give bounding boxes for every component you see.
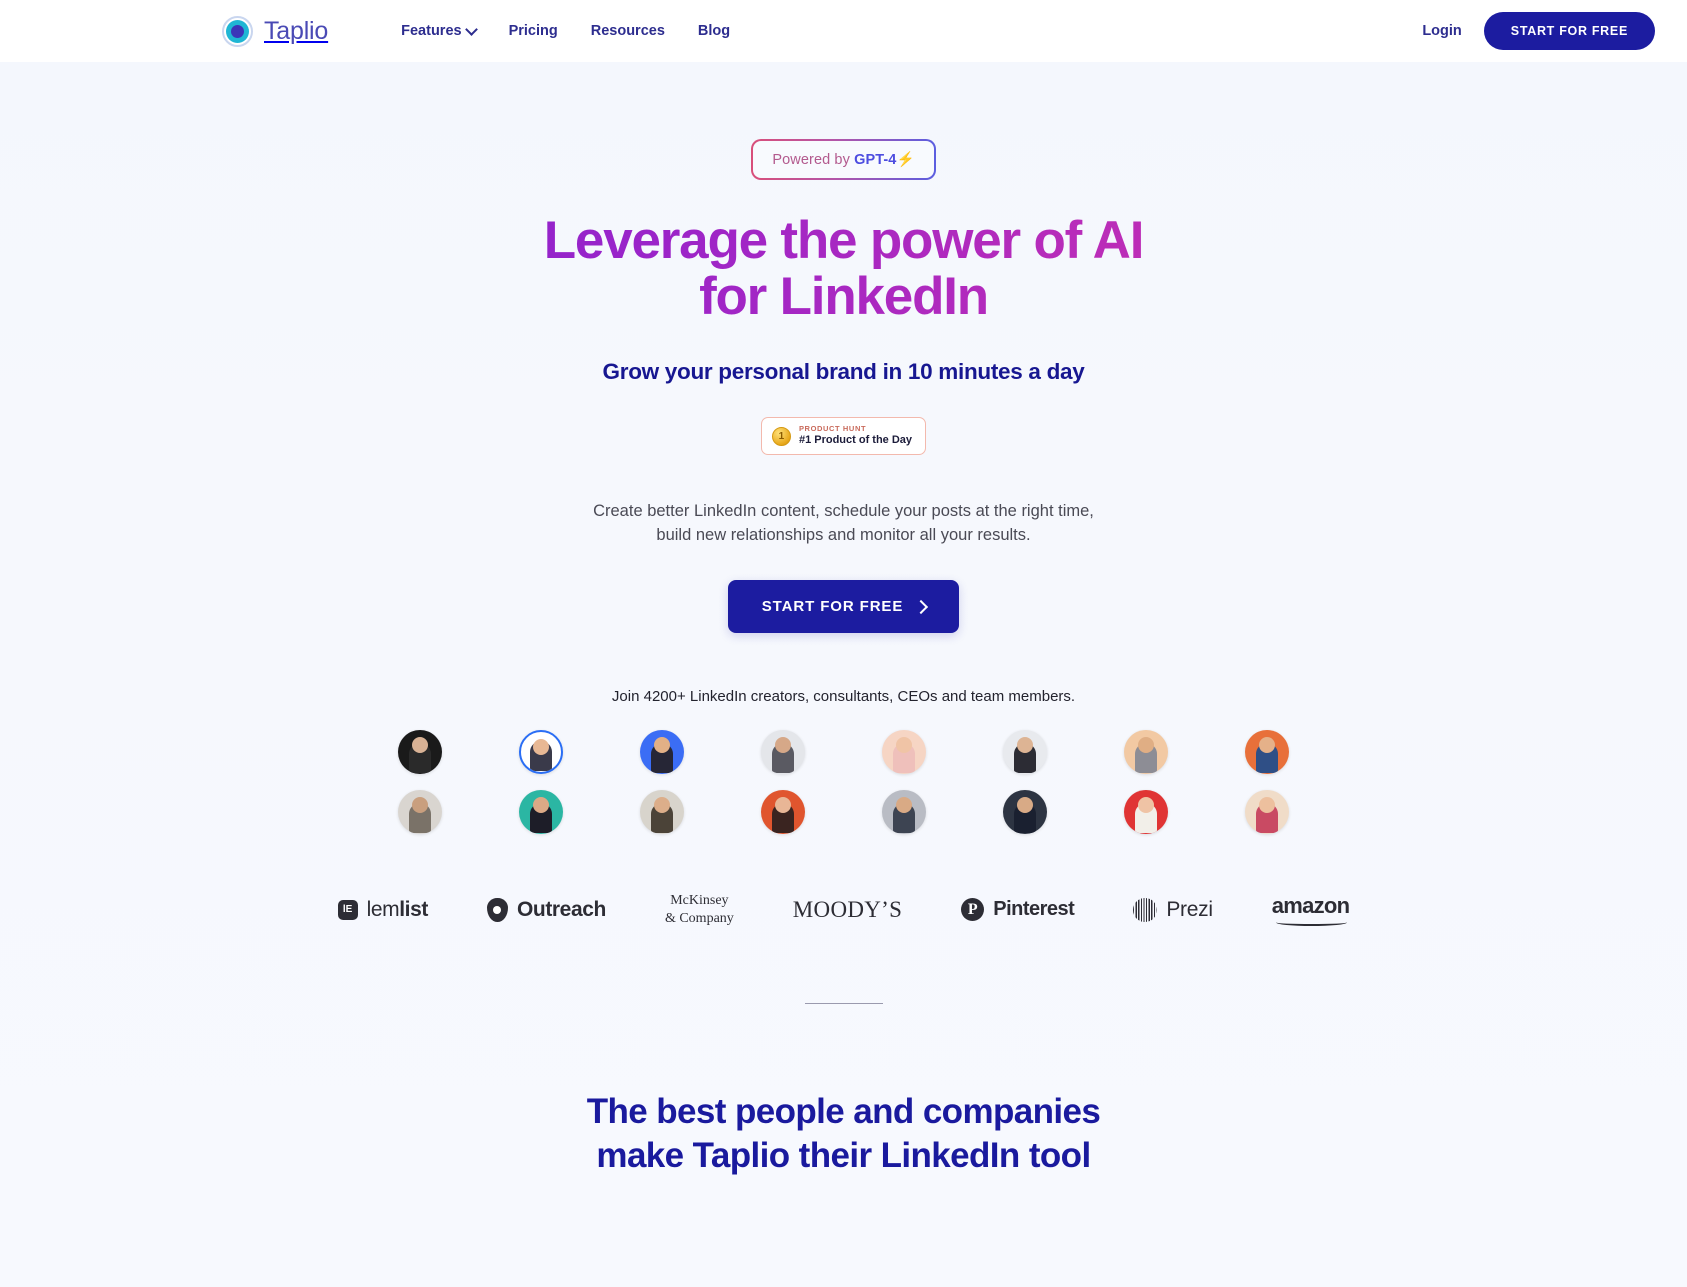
nav-item-features-label: Features: [401, 23, 462, 39]
product-hunt-badge[interactable]: 1 PRODUCT HUNT #1 Product of the Day: [760, 417, 927, 456]
powered-by-gpt4-badge: Powered by GPT-4⚡: [751, 139, 936, 180]
nav-item-blog-label: Blog: [697, 23, 731, 39]
social-proof-text: Join 4200+ LinkedIn creators, consultant…: [611, 688, 1076, 705]
nav-item-blog[interactable]: Blog: [698, 23, 730, 39]
avatar-11: [640, 790, 684, 834]
prezi-text: Prezi: [1166, 897, 1213, 921]
brand-name: Taplio: [264, 16, 329, 45]
lightning-icon: ⚡: [896, 152, 915, 168]
avatar-13: [882, 790, 926, 834]
nav-item-pricing-label: Pricing: [508, 23, 558, 39]
hero-description-line-1: Create better LinkedIn content, schedule…: [593, 502, 1094, 521]
avatar-row-2: [398, 790, 1289, 834]
lemlist-square-icon: lE: [337, 899, 358, 920]
nav-links: Features Pricing Resources Blog: [401, 23, 730, 39]
bottom-section-title: The best people and companies make Tapli…: [0, 1090, 1687, 1178]
avatar-5: [882, 730, 926, 774]
amazon-smile-icon: [1275, 919, 1348, 926]
hero-start-for-free-button[interactable]: START FOR FREE: [727, 580, 960, 633]
amazon-text: amazon: [1271, 893, 1350, 918]
avatar-3: [640, 730, 684, 774]
avatar-head: [654, 737, 670, 753]
logo-lemlist: lE lemlist: [337, 897, 428, 922]
logo-moodys: MOODY’S: [792, 896, 903, 922]
nav-start-for-free-button[interactable]: START FOR FREE: [1483, 12, 1655, 50]
avatar-2: [519, 730, 563, 774]
product-hunt-kicker: PRODUCT HUNT: [798, 424, 867, 434]
badge-prefix-text: Powered by: [772, 152, 855, 168]
avatar-head: [1259, 737, 1275, 753]
customer-avatars: [0, 730, 1687, 834]
prezi-disc-icon: [1133, 897, 1158, 922]
mckinsey-line-2: & Company: [664, 910, 734, 926]
page-title: Leverage the power of AI for LinkedIn: [0, 213, 1687, 325]
avatar-head: [1017, 737, 1033, 753]
lemlist-text-bold: list: [399, 897, 428, 921]
avatar-head: [533, 739, 549, 755]
hero-title-line-2: for LinkedIn: [699, 267, 988, 327]
lemlist-text-light: lem: [366, 897, 400, 921]
avatar-16: [1245, 790, 1289, 834]
medal-icon: 1: [771, 426, 791, 446]
badge-highlight-text: GPT-4: [854, 152, 897, 168]
avatar-head: [1259, 797, 1275, 813]
logo-mckinsey: McKinsey & Company: [665, 892, 734, 927]
pinterest-p-icon: P: [961, 898, 985, 921]
avatar-8: [1245, 730, 1289, 774]
outreach-pin-icon: [486, 897, 508, 922]
bottom-title-line-1: The best people and companies: [586, 1092, 1101, 1131]
top-navigation-bar: Taplio Features Pricing Resources Blog L…: [0, 0, 1687, 62]
avatar-head: [896, 797, 912, 813]
avatar-head: [654, 797, 670, 813]
avatar-15: [1124, 790, 1168, 834]
nav-item-pricing[interactable]: Pricing: [509, 23, 558, 39]
hero-description-line-2: build new relationships and monitor all …: [656, 526, 1031, 545]
avatar-6: [1003, 730, 1047, 774]
avatar-12: [761, 790, 805, 834]
avatar-head: [1138, 797, 1154, 813]
avatar-head: [412, 797, 428, 813]
avatar-row-1: [398, 730, 1289, 774]
product-hunt-title: #1 Product of the Day: [798, 434, 913, 447]
hero-title-line-1: Leverage the power of AI: [543, 211, 1144, 270]
avatar-14: [1003, 790, 1047, 834]
hero-cta-label: START FOR FREE: [761, 598, 904, 615]
chevron-right-icon: [916, 602, 925, 611]
nav-item-resources[interactable]: Resources: [591, 23, 665, 39]
hero-subtitle: Grow your personal brand in 10 minutes a…: [602, 359, 1085, 385]
login-link[interactable]: Login: [1422, 23, 1461, 39]
nav-item-features[interactable]: Features: [401, 23, 475, 39]
pinterest-text: Pinterest: [993, 898, 1075, 920]
bottom-title-line-2: make Taplio their LinkedIn tool: [596, 1135, 1091, 1175]
logo-outreach: Outreach: [486, 897, 606, 922]
mckinsey-line-1: McKinsey: [670, 893, 729, 908]
avatar-7: [1124, 730, 1168, 774]
avatar-head: [775, 797, 791, 813]
taplio-target-icon: [222, 15, 253, 47]
avatar-9: [398, 790, 442, 834]
avatar-head: [896, 737, 912, 753]
powered-by-gpt4-badge-inner: Powered by GPT-4⚡: [753, 141, 934, 178]
brand-logo-link[interactable]: Taplio: [222, 15, 329, 47]
avatar-head: [1138, 737, 1154, 753]
avatar-10: [519, 790, 563, 834]
logo-prezi: Prezi: [1133, 897, 1213, 922]
nav-actions: Login START FOR FREE: [1422, 12, 1655, 50]
nav-item-resources-label: Resources: [590, 23, 665, 39]
chevron-down-icon: [467, 25, 476, 34]
avatar-head: [1017, 797, 1033, 813]
section-divider: [804, 1003, 883, 1004]
avatar-head: [775, 737, 791, 753]
avatar-1: [398, 730, 442, 774]
hero-description: Create better LinkedIn content, schedule…: [0, 500, 1687, 548]
avatar-4: [761, 730, 805, 774]
outreach-text: Outreach: [516, 897, 606, 921]
logo-amazon: amazon: [1272, 893, 1350, 926]
logo-pinterest: P Pinterest: [961, 898, 1075, 921]
company-logo-strip: lE lemlist Outreach McKinsey & Company M…: [0, 892, 1687, 927]
hero-section: Powered by GPT-4⚡ Leverage the power of …: [0, 62, 1687, 1178]
avatar-head: [533, 797, 549, 813]
avatar-head: [412, 737, 428, 753]
